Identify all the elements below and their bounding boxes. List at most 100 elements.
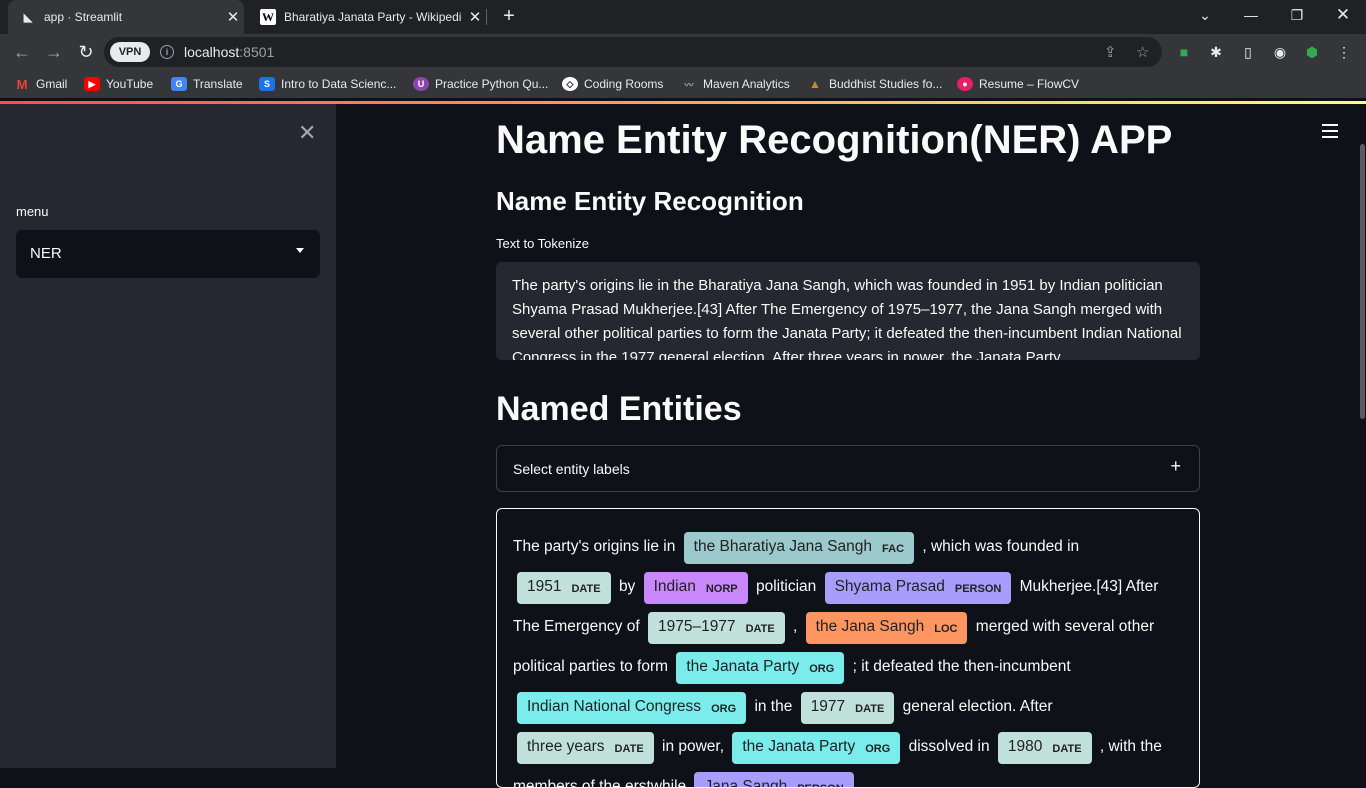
entity-mark: Indian NORP — [643, 572, 748, 604]
flowcv-icon: ● — [957, 77, 973, 91]
bookmark-gmail[interactable]: M Gmail — [14, 75, 68, 93]
close-window-button[interactable]: ✕ — [1320, 0, 1366, 30]
page-title: Name Entity Recognition(NER) APP — [496, 118, 1173, 162]
entity-text: Indian — [653, 578, 696, 595]
browser-toolbar: ← → ↻ VPN i localhost:8501 ⇪ ☆ ■ ✱ ▯ ◉ ⬢… — [0, 34, 1366, 70]
menu-select[interactable]: NER — [16, 230, 320, 278]
entity-text: Jana Sangh — [704, 778, 788, 788]
minimize-button[interactable]: — — [1228, 0, 1274, 30]
entity-text: Indian National Congress — [527, 698, 702, 715]
wikipedia-icon: W — [260, 9, 276, 25]
entity-label: PERSON — [954, 583, 1002, 595]
named-entities-heading: Named Entities — [496, 390, 742, 428]
new-tab-button[interactable]: + — [498, 5, 520, 27]
bookmark-coding-rooms[interactable]: ◇ Coding Rooms — [562, 75, 663, 93]
entity-text: Shyama Prasad — [834, 578, 945, 595]
entity-mark: the Jana Sangh LOC — [805, 612, 968, 644]
entity-context-text: The party's origins lie in — [513, 538, 676, 555]
share-icon[interactable]: ⇪ — [1104, 43, 1117, 61]
address-bar[interactable]: VPN i localhost:8501 ⇪ ☆ — [104, 37, 1162, 67]
plus-icon: + — [1170, 456, 1181, 476]
tab-divider — [486, 9, 487, 25]
gmail-icon: M — [16, 76, 28, 92]
entity-mark: 1980 DATE — [997, 732, 1092, 764]
bookmark-star-icon[interactable]: ☆ — [1136, 43, 1149, 61]
vpn-badge[interactable]: VPN — [110, 42, 150, 62]
tab-title: app · Streamlit — [44, 10, 123, 24]
entity-mark: 1977 DATE — [800, 692, 895, 724]
close-tab-icon[interactable]: ✕ — [222, 8, 244, 26]
close-tab-icon[interactable]: ✕ — [464, 8, 486, 26]
scrollbar[interactable] — [1360, 144, 1365, 419]
entity-text: three years — [527, 738, 605, 755]
bookmark-intro-data-science[interactable]: S Intro to Data Scienc... — [259, 75, 396, 93]
chevron-down-icon — [296, 248, 304, 253]
entity-label: DATE — [855, 703, 885, 715]
entity-label: ORG — [865, 743, 891, 755]
side-panel-icon[interactable]: ▯ — [1238, 42, 1258, 62]
reload-icon[interactable]: ↻ — [72, 38, 100, 66]
entity-text: the Bharatiya Jana Sangh — [693, 538, 873, 555]
more-menu-icon[interactable]: ⋮ — [1334, 42, 1354, 62]
forward-arrow-icon[interactable]: → — [40, 38, 68, 66]
hamburger-menu-icon[interactable] — [1322, 124, 1338, 142]
entity-mark: Shyama Prasad PERSON — [824, 572, 1012, 604]
s-icon: S — [259, 77, 275, 91]
url-text[interactable]: localhost:8501 — [184, 44, 274, 60]
sidebar: ✕ menu NER — [0, 104, 336, 768]
tab-wikipedia[interactable]: W Bharatiya Janata Party - Wikipedi ✕ — [248, 0, 486, 34]
entity-text: the Janata Party — [686, 658, 800, 675]
translate-icon: G — [171, 77, 187, 91]
entity-context-text: in the — [754, 698, 793, 715]
entity-context-text: general election. After — [902, 698, 1053, 715]
bookmark-flowcv[interactable]: ● Resume – FlowCV — [957, 75, 1079, 93]
restore-button[interactable]: ❐ — [1274, 0, 1320, 30]
back-arrow-icon[interactable]: ← — [8, 38, 36, 66]
bookmark-translate[interactable]: G Translate — [171, 75, 243, 93]
bookmarks-bar: M Gmail ▶ YouTube G Translate S Intro to Dat… — [0, 70, 1366, 98]
entity-context-text: , — [793, 618, 798, 635]
tab-streamlit-app[interactable]: ◣ app · Streamlit ✕ — [8, 0, 244, 34]
text-to-tokenize-input[interactable]: The party's origins lie in the Bharatiya… — [496, 262, 1200, 360]
profile-icon[interactable]: ◉ — [1270, 42, 1290, 62]
entity-context-text: politician — [755, 578, 817, 595]
streamlit-icon: ◣ — [23, 11, 33, 24]
entity-mark: Indian National Congress ORG — [517, 692, 747, 724]
section-heading: Name Entity Recognition — [496, 186, 804, 216]
expander-label: Select entity labels — [513, 461, 630, 477]
entity-label: DATE — [745, 623, 775, 635]
entity-context-text: dissolved in — [908, 738, 990, 755]
entity-text: 1975–1977 — [657, 618, 736, 635]
entity-mark: Jana Sangh PERSON — [694, 772, 854, 788]
entity-label: NORP — [705, 583, 738, 595]
close-sidebar-icon[interactable]: ✕ — [298, 120, 316, 146]
site-info-icon[interactable]: i — [160, 45, 174, 59]
maven-icon: 〰 — [684, 79, 694, 90]
entity-label: ORG — [711, 703, 737, 715]
menu-label: menu — [16, 204, 49, 219]
entity-labels-expander[interactable]: Select entity labels + — [496, 445, 1200, 492]
bookmark-buddhist-studies[interactable]: ▲ Buddhist Studies fo... — [807, 75, 942, 93]
entity-context-text: by — [618, 578, 636, 595]
lock-extension-icon[interactable]: ■ — [1174, 42, 1194, 62]
tab-search-icon[interactable]: ⌄ — [1182, 0, 1228, 30]
buddha-icon: ▲ — [809, 77, 821, 91]
tab-title: Bharatiya Janata Party - Wikipedi — [284, 10, 462, 24]
text-area-label: Text to Tokenize — [496, 236, 589, 251]
shield-icon[interactable]: ⬢ — [1302, 42, 1322, 62]
entity-mark: three years DATE — [517, 732, 654, 764]
extensions-icon[interactable]: ✱ — [1206, 42, 1226, 62]
entity-text: 1951 — [527, 578, 562, 595]
menu-select-value: NER — [30, 245, 62, 262]
entity-context-text: ; it defeated the then-incumbent — [852, 658, 1071, 675]
tab-strip: ◣ app · Streamlit ✕ W Bharatiya Janata P… — [0, 0, 1366, 34]
entity-mark: 1951 DATE — [517, 572, 611, 604]
bookmark-maven-analytics[interactable]: 〰 Maven Analytics — [681, 75, 789, 93]
entity-mark: 1975–1977 DATE — [647, 612, 785, 644]
coding-rooms-icon: ◇ — [562, 77, 578, 91]
bookmark-youtube[interactable]: ▶ YouTube — [84, 75, 153, 93]
bookmark-practice-python[interactable]: U Practice Python Qu... — [413, 75, 548, 93]
entity-visualization: The party's origins lie in the Bharatiya… — [496, 508, 1200, 788]
python-icon: U — [413, 77, 429, 91]
entity-text: 1977 — [810, 698, 846, 715]
